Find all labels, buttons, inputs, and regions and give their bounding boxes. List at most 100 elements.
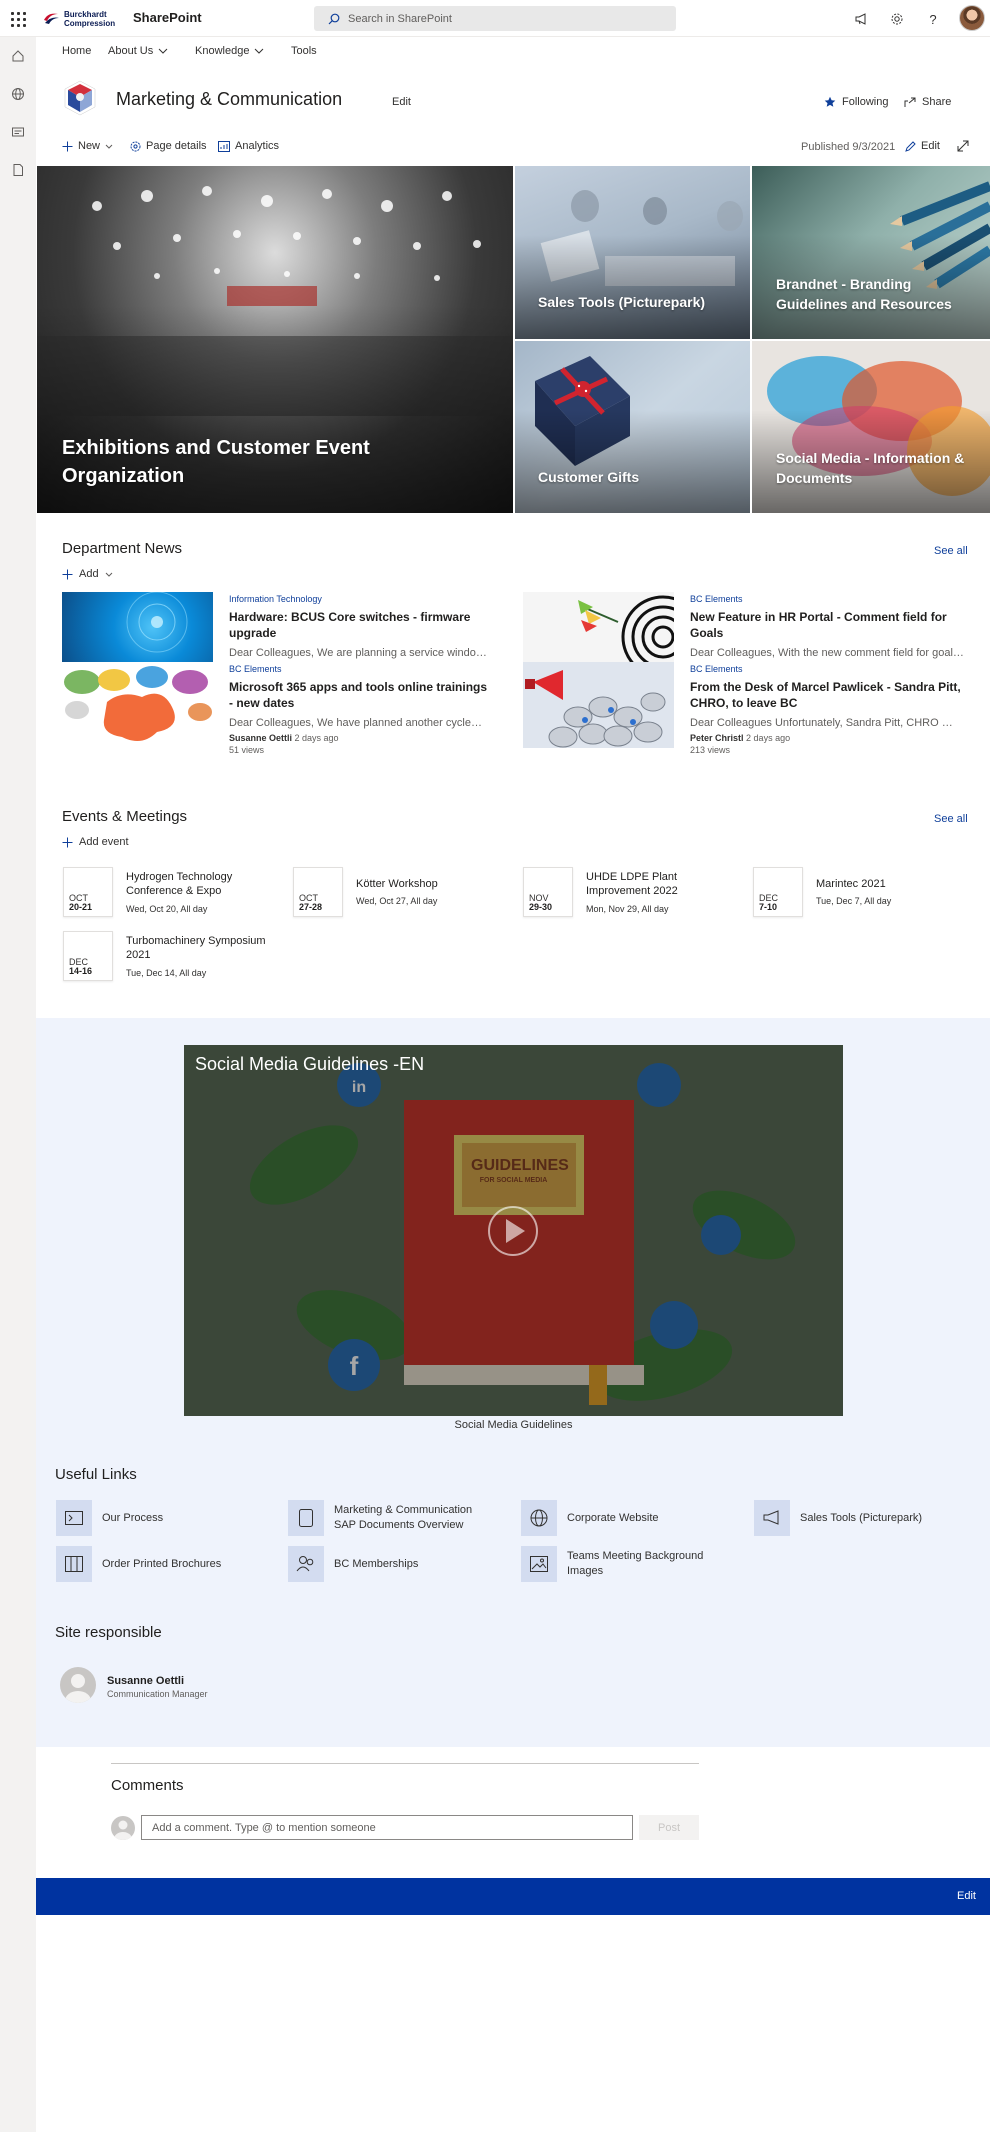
news-thumb-training[interactable] <box>62 662 213 748</box>
image-icon <box>521 1546 557 1582</box>
following-label: Following <box>842 96 889 108</box>
event-days: 7-10 <box>759 902 778 912</box>
following-button[interactable]: Following <box>824 96 888 108</box>
hero-tile-customer-gifts[interactable]: Customer Gifts <box>515 341 750 513</box>
news-category[interactable]: BC Elements <box>690 664 743 674</box>
useful-link-label: Teams Meeting Background Images <box>567 1550 704 1577</box>
news-author[interactable]: Susanne Oettli <box>229 733 292 743</box>
left-app-bar <box>0 37 36 2132</box>
app-launcher-icon[interactable] <box>8 9 28 29</box>
useful-link-our-process[interactable]: Our Process <box>56 1500 232 1536</box>
person-name[interactable]: Susanne Oettli <box>107 1675 184 1687</box>
news-title[interactable]: New Feature in HR Portal - Comment field… <box>690 609 970 641</box>
events-section-title: Events & Meetings <box>62 808 188 825</box>
news-thumb-announcement[interactable] <box>523 662 674 748</box>
hero-tile-social-media[interactable]: Social Media - Information & Documents <box>752 341 990 513</box>
nav-knowledge[interactable]: Knowledge <box>195 45 264 57</box>
process-icon <box>56 1500 92 1536</box>
share-button[interactable]: Share <box>904 96 951 108</box>
app-name[interactable]: SharePoint <box>133 10 202 25</box>
event-date-tile[interactable]: NOV 29-30 <box>523 867 573 917</box>
add-event-label: Add event <box>79 836 129 848</box>
new-label: New <box>78 140 101 152</box>
logo-line1: Burckhardt <box>64 10 107 19</box>
search-placeholder: Search in SharePoint <box>348 12 452 25</box>
company-logo[interactable]: Burckhardt Compression <box>42 6 115 32</box>
footer-edit-button[interactable]: Edit <box>957 1890 976 1902</box>
event-when: Wed, Oct 27, All day <box>356 896 438 906</box>
new-button[interactable]: New <box>62 140 113 152</box>
event-date-tile[interactable]: DEC 14-16 <box>63 931 113 981</box>
news-title[interactable]: Hardware: BCUS Core switches - firmware … <box>229 609 494 641</box>
event-when: Tue, Dec 14, All day <box>126 968 207 978</box>
nav-home-label: Home <box>62 45 92 57</box>
event-title[interactable]: Kötter Workshop <box>356 877 506 891</box>
event-title[interactable]: Turbomachinery Symposium 2021 <box>126 934 281 962</box>
post-comment-button[interactable]: Post <box>639 1815 699 1840</box>
site-title: Marketing & Communication <box>116 89 343 109</box>
people-icon <box>288 1546 324 1582</box>
chevron-down-icon <box>158 48 168 54</box>
nav-home[interactable]: Home <box>62 45 91 57</box>
search-box[interactable]: Search in SharePoint <box>314 6 676 31</box>
expand-icon[interactable] <box>957 140 969 152</box>
event-when: Wed, Oct 20, All day <box>126 904 208 914</box>
news-category[interactable]: BC Elements <box>229 664 282 674</box>
help-icon[interactable]: ? <box>923 9 943 29</box>
video-player[interactable]: in f GUIDELINES FOR SOCIAL MEDIA Social … <box>184 1045 843 1416</box>
hero-tile-exhibitions[interactable]: Exhibitions and Customer Event Organizat… <box>37 166 513 513</box>
news-add-button[interactable]: Add <box>62 568 113 580</box>
events-see-all-link[interactable]: See all <box>934 813 968 825</box>
megaphone-icon <box>754 1500 790 1536</box>
page-details-button[interactable]: Page details <box>130 140 207 152</box>
book-title-line2: FOR SOCIAL MEDIA <box>479 1177 548 1184</box>
globe-icon[interactable] <box>9 85 27 103</box>
useful-link-label: Marketing & Communication SAP Documents … <box>334 1504 473 1531</box>
nav-tools[interactable]: Tools <box>291 45 317 57</box>
social-media-book-image: in f <box>184 1045 843 1416</box>
user-avatar[interactable] <box>959 5 985 31</box>
site-logo[interactable] <box>63 80 97 116</box>
news-see-all-link[interactable]: See all <box>934 545 968 557</box>
news-views: 213 views <box>690 745 731 755</box>
gear-icon[interactable] <box>887 9 907 29</box>
event-title[interactable]: UHDE LDPE Plant Improvement 2022 <box>586 870 716 898</box>
home-icon[interactable] <box>9 47 27 65</box>
news-icon[interactable] <box>9 123 27 141</box>
nav-tools-label: Tools <box>291 45 317 57</box>
useful-links-title: Useful Links <box>55 1466 137 1483</box>
news-title[interactable]: From the Desk of Marcel Pawlicek - Sandr… <box>690 679 970 711</box>
person-avatar[interactable] <box>60 1667 96 1703</box>
news-thumb-hr-goals[interactable] <box>523 592 674 662</box>
nav-about-us[interactable]: About Us <box>108 45 168 57</box>
news-time: 2 days ago <box>746 733 791 743</box>
useful-link-sap-documents[interactable]: Marketing & Communication SAP Documents … <box>288 1500 474 1536</box>
event-date-tile[interactable]: DEC 7-10 <box>753 867 803 917</box>
news-category[interactable]: BC Elements <box>690 594 743 604</box>
hero-tile-brandnet[interactable]: Brandnet - Branding Guidelines and Resou… <box>752 166 990 339</box>
news-author-line: Peter Christl 2 days ago <box>690 733 790 743</box>
event-date-tile[interactable]: OCT 27-28 <box>293 867 343 917</box>
news-title[interactable]: Microsoft 365 apps and tools online trai… <box>229 679 494 711</box>
analytics-button[interactable]: Analytics <box>218 140 279 152</box>
page-icon[interactable] <box>9 161 27 179</box>
comment-input[interactable]: Add a comment. Type @ to mention someone <box>141 1815 633 1840</box>
site-edit-button[interactable]: Edit <box>392 96 411 108</box>
news-category[interactable]: Information Technology <box>229 594 322 604</box>
event-title[interactable]: Hydrogen Technology Conference & Expo <box>126 870 281 898</box>
event-date-tile[interactable]: OCT 20-21 <box>63 867 113 917</box>
event-title[interactable]: Marintec 2021 <box>816 877 966 891</box>
useful-link-sales-tools[interactable]: Sales Tools (Picturepark) <box>754 1500 940 1536</box>
news-author[interactable]: Peter Christl <box>690 733 744 743</box>
footer-bar: Edit <box>36 1878 990 1915</box>
news-thumb-hardware[interactable] <box>62 592 213 662</box>
hero-tile-sales-tools[interactable]: Sales Tools (Picturepark) <box>515 166 750 339</box>
add-event-button[interactable]: Add event <box>62 836 129 848</box>
useful-link-memberships[interactable]: BC Memberships <box>288 1546 474 1582</box>
useful-link-brochures[interactable]: Order Printed Brochures <box>56 1546 252 1582</box>
megaphone-icon[interactable] <box>851 9 871 29</box>
useful-link-corporate-website[interactable]: Corporate Website <box>521 1500 707 1536</box>
useful-link-label: Order Printed Brochures <box>102 1557 222 1570</box>
useful-link-teams-backgrounds[interactable]: Teams Meeting Background Images <box>521 1546 707 1582</box>
page-edit-button[interactable]: Edit <box>905 140 940 152</box>
